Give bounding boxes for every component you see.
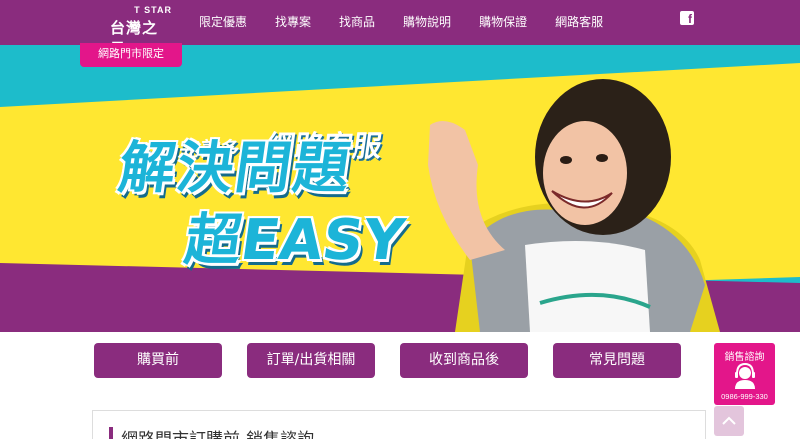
nav-item-find-plans[interactable]: 找專案 xyxy=(261,0,325,45)
sales-consult-phone: 0986-999-330 xyxy=(721,392,768,401)
sales-consult-button[interactable]: 銷售諮詢 0986-999-330 xyxy=(714,343,775,405)
nav-item-shopping-guide[interactable]: 購物說明 xyxy=(389,0,465,45)
nav-item-limited-offers[interactable]: 限定優惠 xyxy=(185,0,261,45)
tstar-logo[interactable]: T STAR 台灣之星 xyxy=(110,5,172,58)
scroll-to-top-button[interactable] xyxy=(714,406,744,436)
main-nav: 限定優惠 找專案 找商品 購物說明 購物保證 網路客服 xyxy=(185,0,617,45)
hero-title-line1: 解決問題 xyxy=(114,136,356,201)
top-navigation-bar: T STAR 台灣之星 限定優惠 找專案 找商品 購物說明 購物保證 網路客服 … xyxy=(0,0,800,58)
logo-english: T STAR xyxy=(134,5,172,15)
category-button-after-receipt[interactable]: 收到商品後 xyxy=(400,343,528,378)
nav-item-find-products[interactable]: 找商品 xyxy=(325,0,389,45)
category-button-order-shipping[interactable]: 訂單/出貨相關 xyxy=(247,343,375,378)
facebook-icon[interactable]: f xyxy=(680,11,694,26)
hero-banner: 完善多元網路客服 解決問題 超EASY xyxy=(0,45,800,332)
category-button-faq[interactable]: 常見問題 xyxy=(553,343,681,378)
section-title: 網路門市訂購前-銷售諮詢 xyxy=(121,425,314,439)
headset-agent-icon xyxy=(735,363,755,389)
online-store-only-tag: 網路門市限定 xyxy=(80,43,182,67)
page: T STAR 台灣之星 限定優惠 找專案 找商品 購物說明 購物保證 網路客服 … xyxy=(0,0,800,439)
sales-consult-label: 銷售諮詢 xyxy=(724,352,765,363)
section-title-marker xyxy=(109,427,113,439)
nav-item-online-service[interactable]: 網路客服 xyxy=(541,0,617,45)
section-card: 網路門市訂購前-銷售諮詢 xyxy=(92,410,706,439)
category-button-before-purchase[interactable]: 購買前 xyxy=(94,343,222,378)
chevron-up-icon xyxy=(722,416,736,425)
nav-item-shopping-guarantee[interactable]: 購物保證 xyxy=(465,0,541,45)
hero-title-line2: 超EASY xyxy=(180,208,409,273)
